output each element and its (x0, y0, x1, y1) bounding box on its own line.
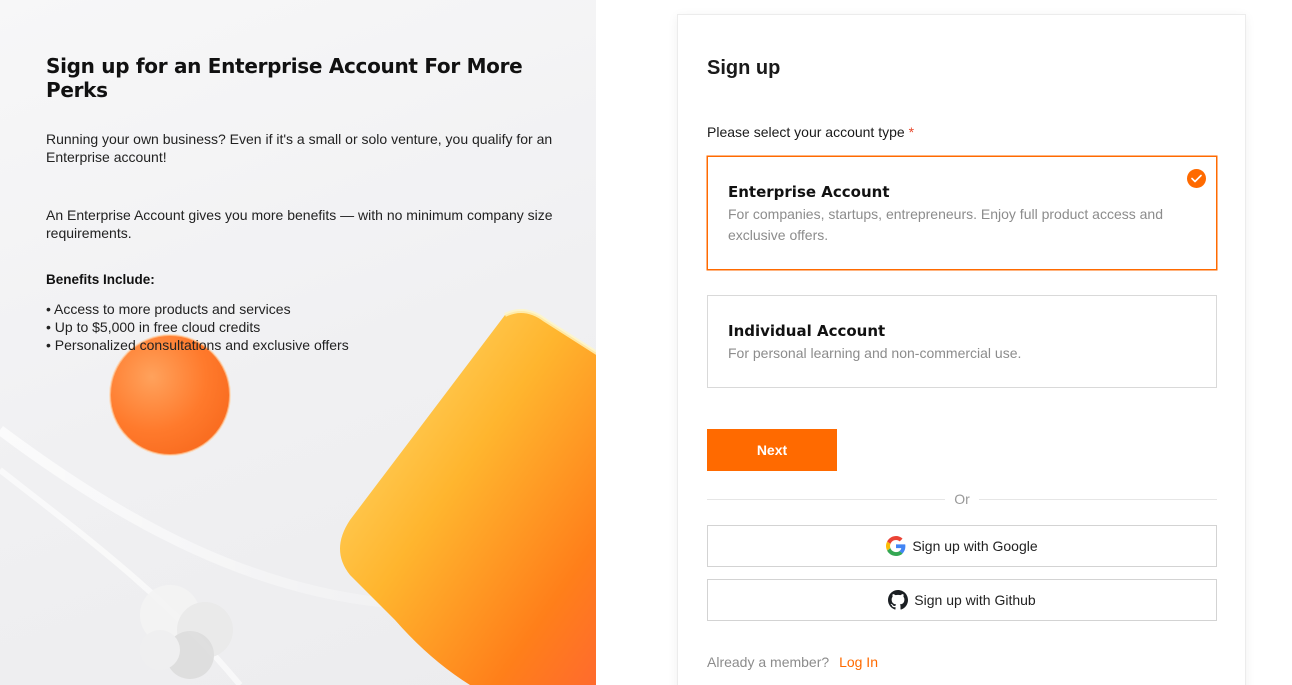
check-icon (1187, 169, 1206, 188)
form-title: Sign up (707, 57, 781, 79)
promo-paragraph: An Enterprise Account gives you more ben… (46, 207, 553, 241)
google-signup-button[interactable]: Sign up with Google (707, 525, 1217, 567)
login-prompt: Already a member? Log In (707, 654, 878, 670)
required-mark: * (908, 124, 915, 140)
member-prompt-text: Already a member? (707, 654, 830, 670)
next-button[interactable]: Next (707, 429, 837, 471)
option-title: Enterprise Account (728, 183, 890, 201)
option-description: For personal learning and non-commercial… (728, 345, 1022, 361)
google-signup-label: Sign up with Google (912, 538, 1038, 554)
account-type-label-text: Please select your account type (707, 124, 905, 140)
promo-paragraph: Running your own business? Even if it's … (46, 131, 553, 165)
account-type-label: Please select your account type * (707, 124, 914, 140)
or-divider: Or (707, 491, 1217, 507)
account-option-enterprise[interactable]: Enterprise Account For companies, startu… (707, 156, 1217, 270)
google-icon (886, 536, 906, 556)
benefit-item: • Up to $5,000 in free cloud credits (46, 319, 261, 335)
benefits-heading: Benefits Include: (46, 272, 155, 287)
promo-title: Sign up for an Enterprise Account For Mo… (46, 54, 523, 102)
option-title: Individual Account (728, 322, 886, 340)
account-option-individual[interactable]: Individual Account For personal learning… (707, 295, 1217, 388)
benefits-list: • Access to more products and services •… (46, 300, 349, 354)
login-link[interactable]: Log In (839, 654, 878, 670)
benefit-item: • Access to more products and services (46, 301, 291, 317)
divider-line (979, 499, 1217, 500)
signup-card: Sign up Please select your account type *… (677, 14, 1246, 685)
github-signup-button[interactable]: Sign up with Github (707, 579, 1217, 621)
github-icon (888, 590, 909, 610)
option-description: For companies, startups, entrepreneurs. … (728, 206, 1163, 243)
github-signup-label: Sign up with Github (914, 592, 1036, 608)
promo-panel: Sign up for an Enterprise Account For Mo… (0, 0, 596, 685)
benefit-item: • Personalized consultations and exclusi… (46, 337, 349, 353)
